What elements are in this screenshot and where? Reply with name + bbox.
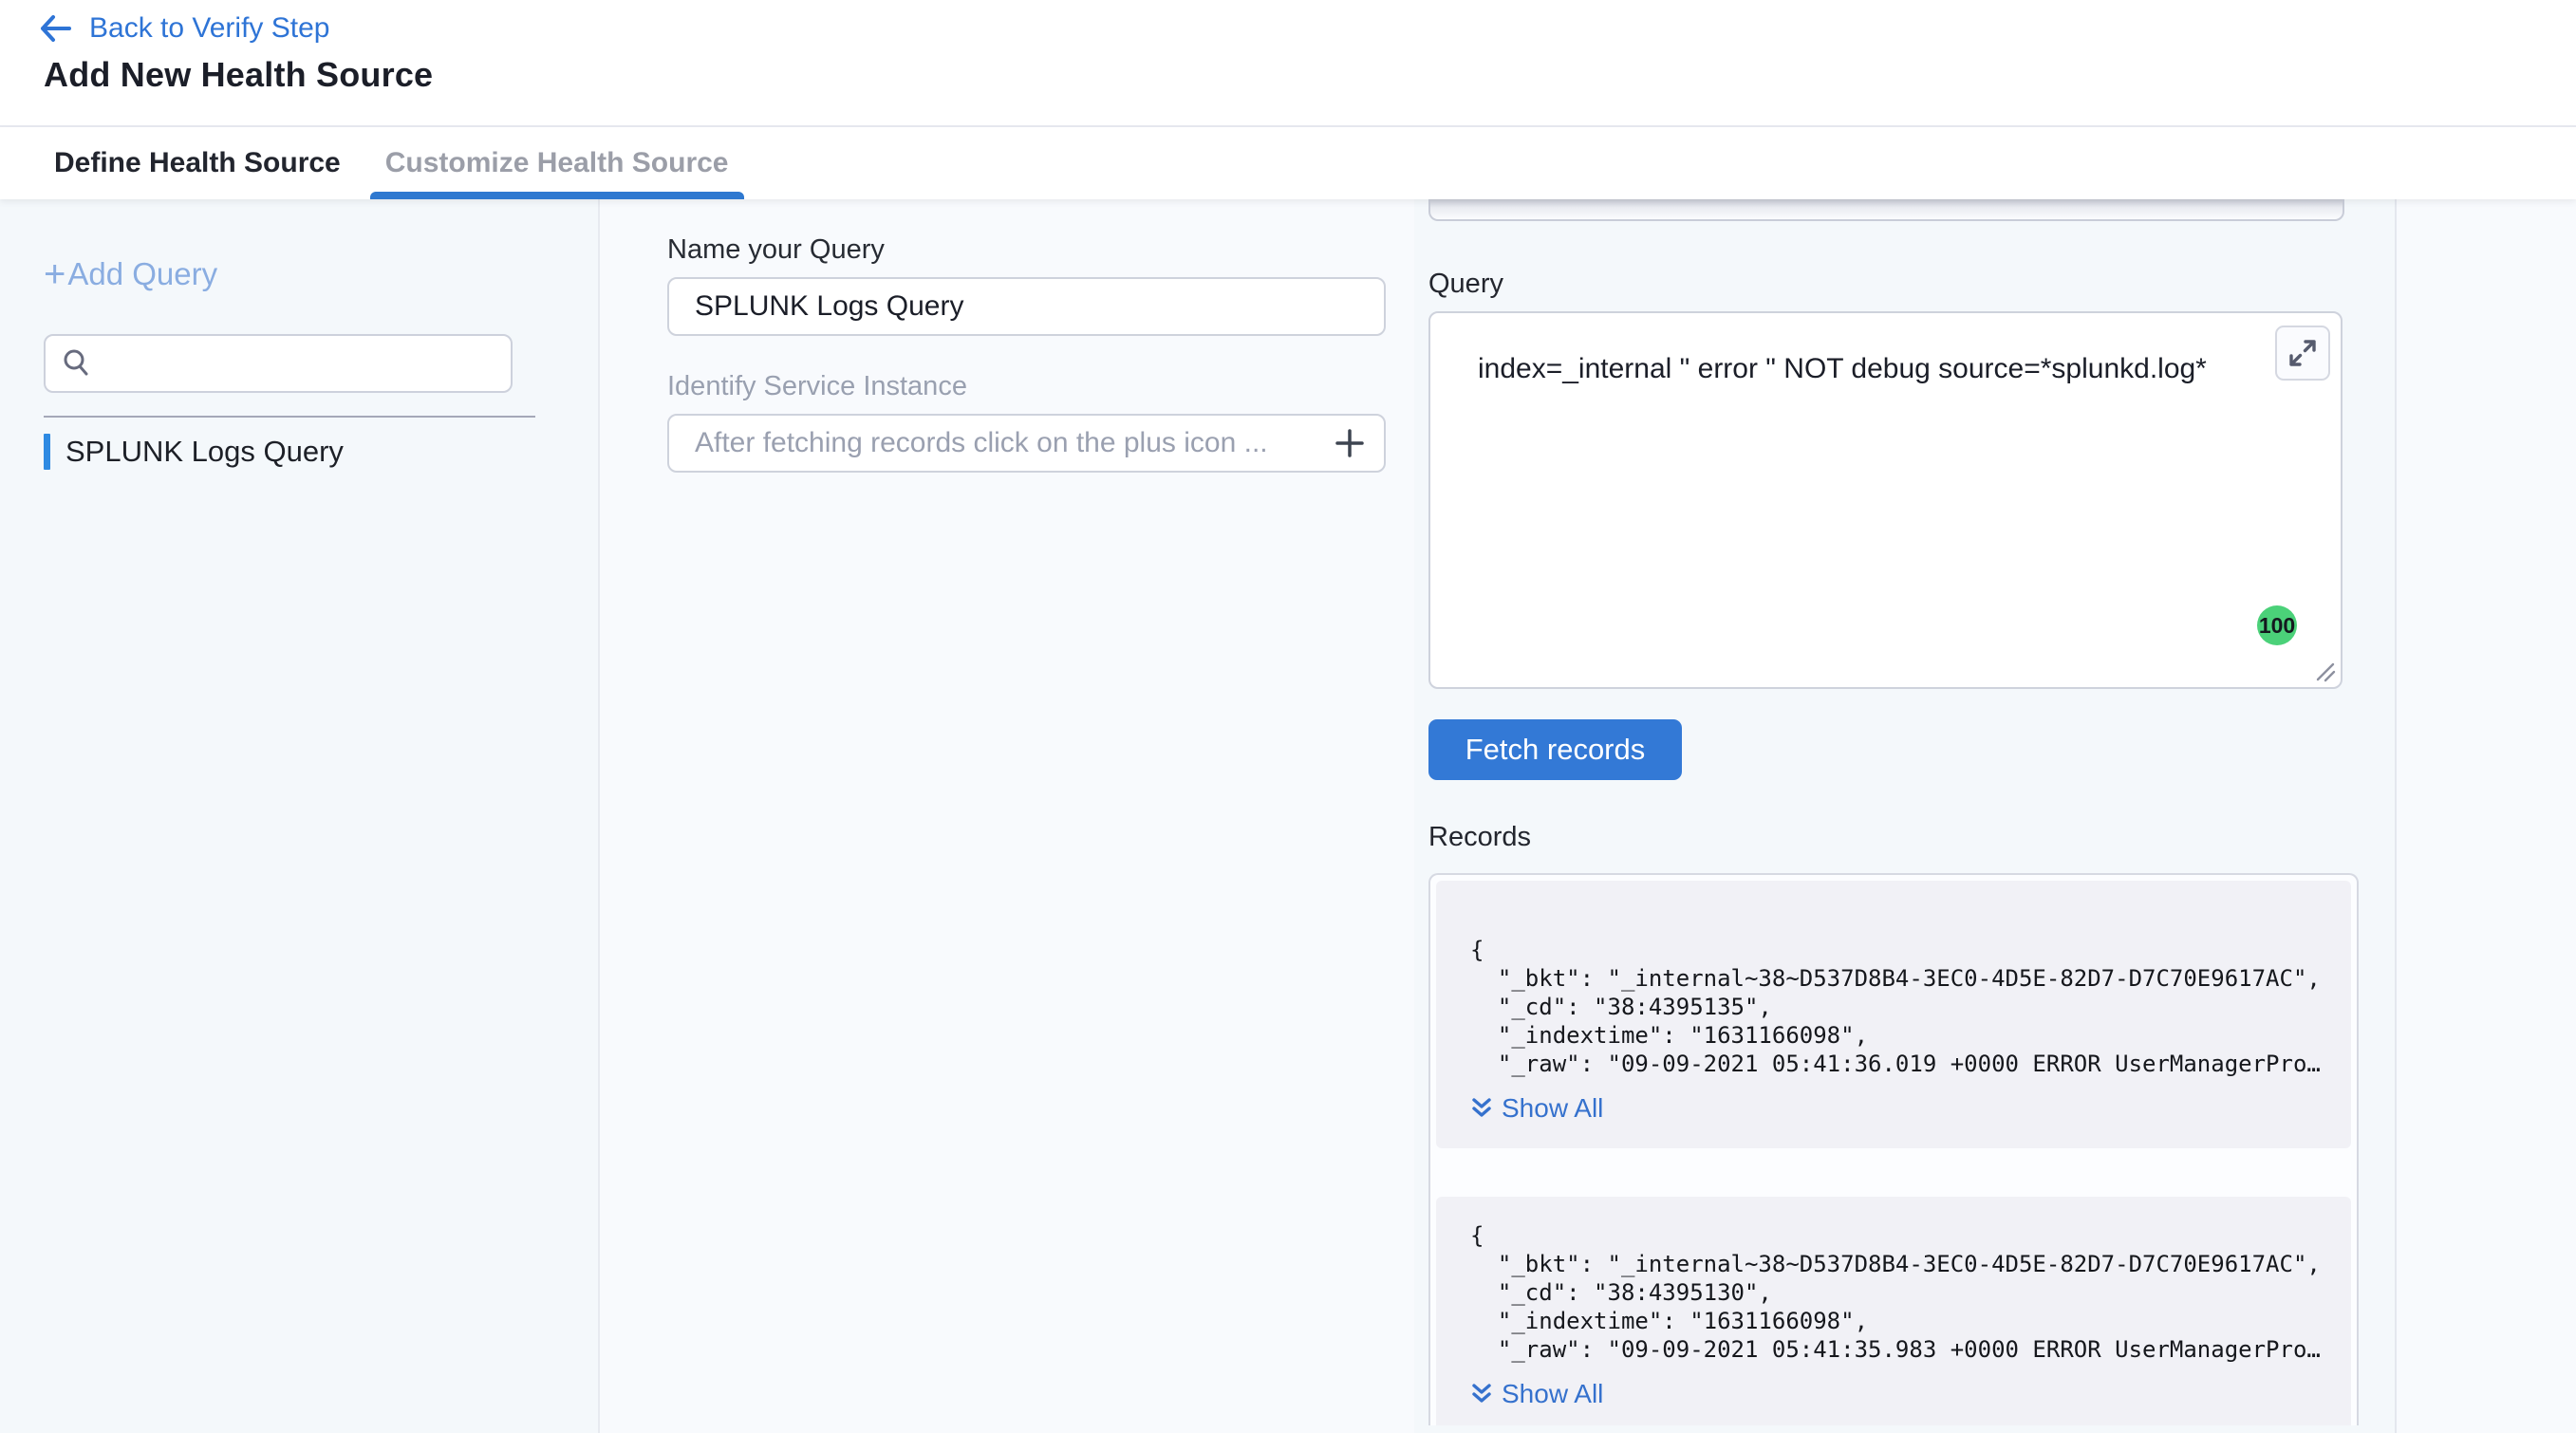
sidebar-divider xyxy=(44,416,535,418)
show-all-link[interactable]: Show All xyxy=(1470,1093,1603,1124)
page-header: Back to Verify Step Add New Health Sourc… xyxy=(0,0,2576,127)
record-card: { "_bkt": "_internal~38~D537D8B4-3EC0-4D… xyxy=(1436,1197,2351,1425)
double-chevron-down-icon xyxy=(1470,1096,1493,1121)
record-count-value: 100 xyxy=(2259,613,2295,639)
back-link-label[interactable]: Back to Verify Step xyxy=(89,12,329,45)
tab-customize-label: Customize Health Source xyxy=(385,147,729,179)
records-label: Records xyxy=(1428,822,2395,853)
double-chevron-down-icon xyxy=(1470,1382,1493,1406)
query-item-label: SPLUNK Logs Query xyxy=(65,435,344,469)
record-json-text: { "_bkt": "_internal~38~D537D8B4-3EC0-4D… xyxy=(1470,1221,2342,1364)
content-area: + Add Query SPLUNK Logs Query Name your … xyxy=(0,199,2576,1433)
query-name-input[interactable] xyxy=(667,277,1386,336)
resize-handle-icon[interactable] xyxy=(2312,659,2337,683)
tab-bar: Define Health Source Customize Health So… xyxy=(0,127,2576,199)
expand-icon xyxy=(2287,338,2318,368)
tab-define-health-source[interactable]: Define Health Source xyxy=(54,147,341,179)
truncated-input-above[interactable] xyxy=(1428,199,2344,221)
right-margin-strip xyxy=(2397,199,2576,1433)
query-editor[interactable]: index=_internal " error " NOT debug sour… xyxy=(1428,311,2343,689)
query-config-form: Name your Query Identify Service Instanc… xyxy=(600,199,1414,1433)
query-list-item-splunk-logs[interactable]: SPLUNK Logs Query xyxy=(44,434,598,470)
query-panel: Query index=_internal " error " NOT debu… xyxy=(1414,199,2397,1433)
service-instance-input[interactable] xyxy=(667,414,1386,473)
show-all-link[interactable]: Show All xyxy=(1470,1379,1603,1409)
identify-service-instance-label: Identify Service Instance xyxy=(667,371,1414,402)
query-label: Query xyxy=(1428,269,2395,300)
query-list-sidebar: + Add Query SPLUNK Logs Query xyxy=(0,199,600,1433)
query-search-input[interactable] xyxy=(44,334,513,393)
fetch-records-button[interactable]: Fetch records xyxy=(1428,719,1682,780)
record-card: { "_bkt": "_internal~38~D537D8B4-3EC0-4D… xyxy=(1436,881,2351,1148)
name-your-query-label: Name your Query xyxy=(667,234,1414,266)
record-count-badge: 100 xyxy=(2257,605,2297,645)
back-to-verify-link[interactable]: Back to Verify Step xyxy=(38,0,2576,42)
add-query-label: Add Query xyxy=(67,256,217,292)
show-all-label: Show All xyxy=(1502,1379,1603,1409)
show-all-label: Show All xyxy=(1502,1093,1603,1124)
add-service-instance-plus-icon[interactable] xyxy=(1333,426,1367,460)
tab-customize-health-source[interactable]: Customize Health Source xyxy=(370,127,744,199)
search-icon xyxy=(61,347,93,380)
records-container: { "_bkt": "_internal~38~D537D8B4-3EC0-4D… xyxy=(1428,873,2359,1425)
plus-icon: + xyxy=(44,260,65,288)
query-text[interactable]: index=_internal " error " NOT debug sour… xyxy=(1430,313,2341,387)
record-json-text: { "_bkt": "_internal~38~D537D8B4-3EC0-4D… xyxy=(1470,936,2342,1078)
selected-indicator-bar xyxy=(44,434,50,470)
active-tab-underline xyxy=(370,192,744,199)
expand-query-button[interactable] xyxy=(2275,326,2330,381)
back-arrow-icon[interactable] xyxy=(38,13,72,44)
page-title: Add New Health Source xyxy=(44,55,2576,95)
add-query-button[interactable]: + Add Query xyxy=(44,256,217,292)
